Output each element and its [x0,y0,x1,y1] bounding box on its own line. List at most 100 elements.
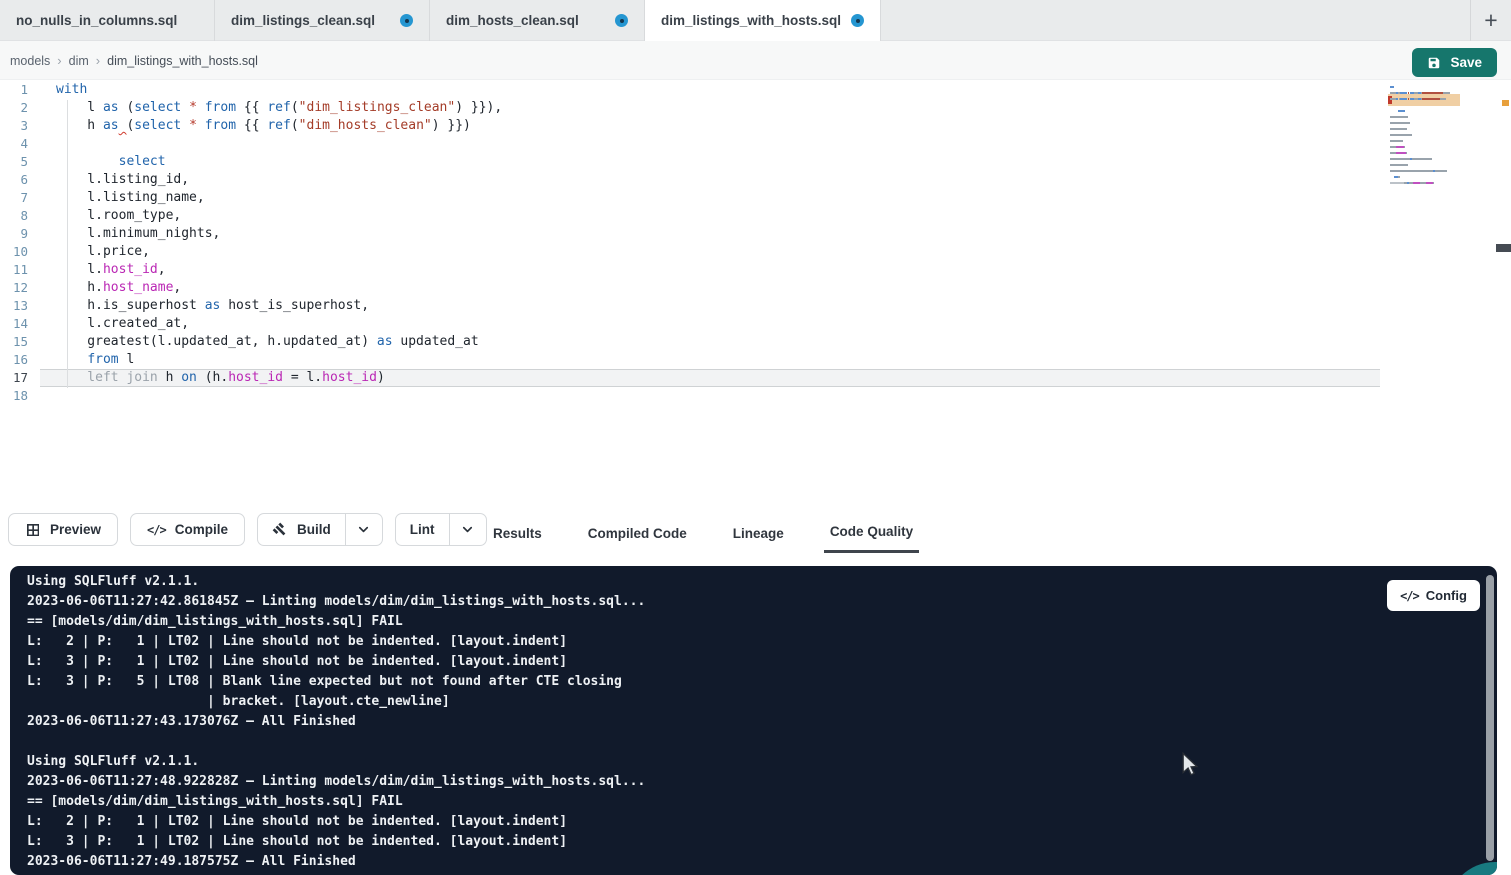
code-token: ) }}) [432,118,471,133]
minimap-line [1390,98,1460,100]
build-dropdown-button[interactable] [345,514,382,545]
preview-button[interactable]: Preview [8,513,118,546]
minimap-line [1390,164,1460,166]
code-token: as [205,298,221,313]
panel-tab-lineage[interactable]: Lineage [727,513,790,553]
code-line: h.is_superhost as host_is_superhost, [56,298,502,316]
table-grid-icon [25,522,41,538]
editor-tab[interactable]: dim_listings_with_hosts.sql [645,0,881,41]
code-token: select [134,100,181,115]
hammer-icon [272,522,288,538]
code-token: l.room_type, [56,208,181,223]
scroll-ruler-position-tick[interactable] [1496,244,1511,252]
breadcrumb-segment[interactable]: dim_listings_with_hosts.sql [107,54,258,68]
minimap-segment [1390,140,1403,142]
compile-button[interactable]: </> Compile [130,513,245,546]
modified-dot-icon[interactable] [851,14,864,27]
code-line: l.listing_id, [56,172,502,190]
breadcrumb-bar: models›dim›dim_listings_with_hosts.sql S… [0,41,1511,80]
code-token: select [134,118,181,133]
code-line: greatest(l.updated_at, h.updated_at) as … [56,334,502,352]
minimap-segment [1422,92,1443,94]
panel-tab-compiled-code[interactable]: Compiled Code [582,513,693,553]
scroll-ruler-warning-tick [1502,100,1509,106]
modified-dot-icon[interactable] [615,14,628,27]
new-tab-button[interactable]: + [1470,0,1511,41]
minimap-segment [1435,170,1447,172]
code-token: with [56,82,87,97]
terminal-line: 2023-06-06T11:27:43.173076Z — All Finish… [27,714,645,734]
minimap-segment [1413,182,1420,184]
line-number: 13 [0,298,40,316]
code-token [56,154,119,169]
lint-output-terminal[interactable]: Using SQLFluff v2.1.1.2023-06-06T11:27:4… [10,566,1497,875]
tab-label: dim_listings_with_hosts.sql [661,13,841,28]
code-token [181,100,189,115]
code-token: l. [56,262,103,277]
breadcrumb-separator-icon: › [57,53,61,68]
code-editor[interactable]: 123456789101112131415161718 with l as (s… [0,80,1511,506]
lint-dropdown-button[interactable] [449,514,486,545]
line-number: 2 [0,100,40,118]
code-token: "dim_hosts_clean" [299,118,432,133]
minimap-segment [1398,110,1404,112]
build-button[interactable]: Build [258,514,345,545]
line-number: 1 [0,82,40,100]
code-token: select [119,154,166,169]
line-number: 5 [0,154,40,172]
code-token: l.created_at, [56,316,189,331]
editor-tab[interactable]: dim_hosts_clean.sql [430,0,645,41]
code-token: as [103,100,119,115]
minimap-segment [1390,170,1433,172]
editor-tabs: no_nulls_in_columns.sqldim_listings_clea… [0,0,881,41]
breadcrumb-segment[interactable]: models [10,54,50,68]
lint-split-button: Lint [395,513,487,546]
terminal-line: Using SQLFluff v2.1.1. [27,754,645,774]
code-token: l [56,100,103,115]
editor-tab[interactable]: no_nulls_in_columns.sql [0,0,215,41]
minimap-segment [1404,146,1405,148]
line-number: 14 [0,316,40,334]
panel-tab-code-quality[interactable]: Code Quality [824,513,919,553]
minimap-segment [1398,176,1400,178]
minimap[interactable] [1390,86,1460,194]
editor-tab[interactable]: dim_listings_clean.sql [215,0,430,41]
code-token: , [173,280,181,295]
terminal-line: | bracket. [layout.cte_newline] [27,694,645,714]
save-button[interactable]: Save [1412,48,1497,77]
panel-tab-results[interactable]: Results [487,513,548,553]
lint-button[interactable]: Lint [396,514,449,545]
code-token: host_name [103,280,173,295]
line-number: 10 [0,244,40,262]
code-area[interactable]: with l as (select * from {{ ref("dim_lis… [56,82,502,406]
config-button[interactable]: </> Config [1387,580,1480,611]
line-number: 11 [0,262,40,280]
code-token: {{ [236,100,267,115]
code-line: l.listing_name, [56,190,502,208]
breadcrumb-segment[interactable]: dim [69,54,89,68]
help-chat-bubble-button[interactable] [1447,862,1497,875]
line-number-gutter: 123456789101112131415161718 [0,82,40,406]
terminal-scrollbar[interactable] [1486,575,1494,861]
code-token: as [103,118,119,133]
code-token: left join [56,370,158,385]
code-token: * [189,100,197,115]
minimap-line [1390,146,1460,148]
tab-bar: no_nulls_in_columns.sqldim_listings_clea… [0,0,1511,41]
terminal-line: L: 2 | P: 1 | LT02 | Line should not be … [27,634,645,654]
line-number: 9 [0,226,40,244]
modified-dot-icon[interactable] [400,14,413,27]
minimap-segment [1390,110,1398,112]
code-token [197,100,205,115]
minimap-line [1390,182,1460,184]
code-token: greatest(l.updated_at, h.updated_at) [56,334,377,349]
terminal-line: 2023-06-06T11:27:48.922828Z — Linting mo… [27,774,645,794]
line-number: 3 [0,118,40,136]
code-line: l as (select * from {{ ref("dim_listings… [56,100,502,118]
minimap-line [1390,188,1460,190]
code-token: h.is_superhost [56,298,205,313]
minimap-segment [1412,158,1432,160]
terminal-line: L: 3 | P: 1 | LT02 | Line should not be … [27,834,645,854]
terminal-line: == [models/dim/dim_listings_with_hosts.s… [27,614,645,634]
code-line: h.host_name, [56,280,502,298]
